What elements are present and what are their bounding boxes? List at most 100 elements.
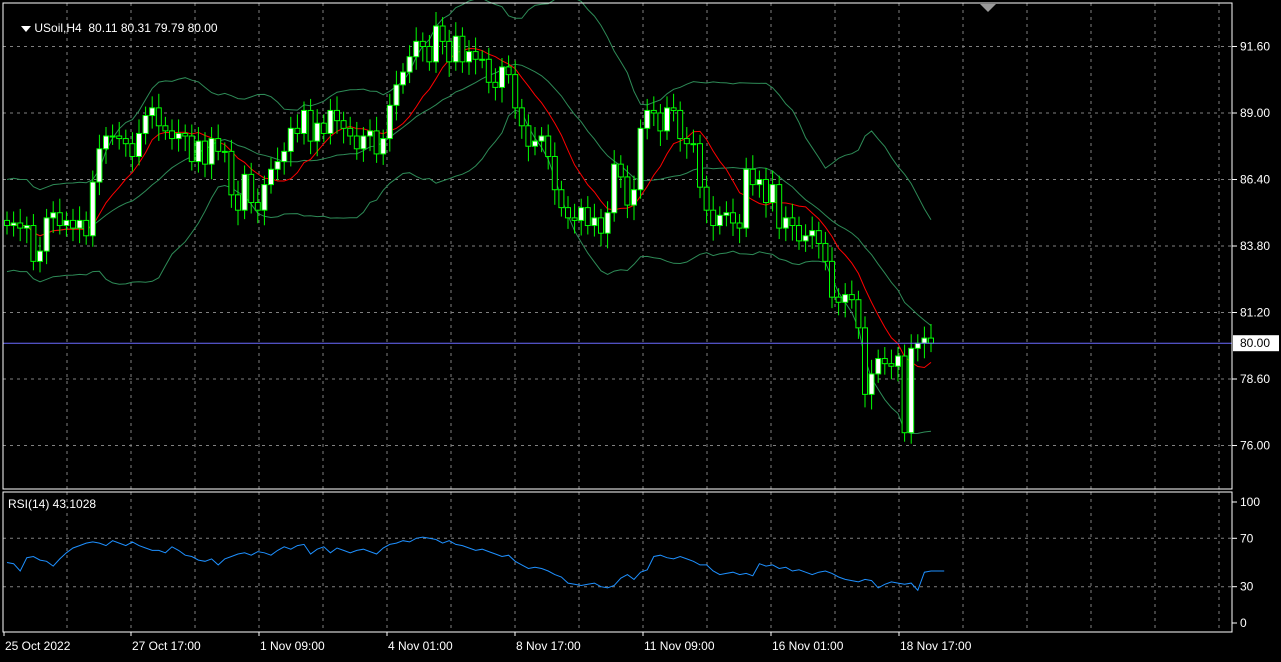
rsi-label: RSI(14) 43.1028 — [8, 497, 97, 511]
candle-body — [70, 219, 76, 229]
candle-body — [83, 219, 90, 237]
price-chart[interactable]: 91.60 89.00 86.40 83.80 81.20 78.60 76.00 80.00… — [0, 0, 1281, 657]
candle-body — [235, 194, 241, 211]
candle-body — [175, 132, 182, 140]
candle-body — [195, 140, 202, 163]
candle — [492, 68, 499, 101]
candle-body — [188, 135, 195, 163]
candle — [413, 27, 420, 70]
candle-body — [789, 217, 796, 227]
price-tick-label: 86.40 — [1240, 172, 1270, 186]
symbol-header[interactable]: USoil,H4 80.11 80.31 79.79 80.00 — [8, 7, 218, 49]
candle — [241, 165, 248, 220]
chart-window[interactable]: 91.60 89.00 86.40 83.80 81.20 78.60 76.00 80.00… — [0, 0, 1281, 657]
candle — [914, 334, 921, 362]
rsi-level-label: 70 — [1240, 531, 1254, 545]
current-price-label: 80.00 — [1240, 336, 1270, 350]
candle-body — [664, 107, 670, 132]
time-label: 25 Oct 2022 — [5, 639, 71, 653]
candle-body — [373, 130, 380, 155]
time-label: 8 Nov 17:00 — [516, 639, 581, 653]
candle — [829, 247, 835, 309]
candle — [373, 116, 380, 163]
price-tick-label: 83.80 — [1240, 239, 1270, 253]
candle-body — [657, 112, 664, 132]
candle — [848, 280, 855, 309]
candle-body — [294, 127, 301, 134]
candle — [657, 104, 664, 146]
candle — [122, 129, 129, 157]
candle-body — [103, 135, 109, 150]
candle-body — [796, 225, 802, 242]
candle — [215, 124, 222, 161]
candle — [426, 34, 433, 71]
candle-body — [565, 207, 571, 219]
rsi-level-label: 0 — [1240, 616, 1247, 630]
candle-body — [545, 135, 552, 157]
candle — [472, 37, 479, 75]
candle-body — [472, 51, 479, 60]
candle-body — [360, 135, 367, 150]
rsi-line — [6, 536, 945, 592]
candle — [116, 121, 123, 150]
candle-body — [492, 81, 499, 88]
candle-body — [736, 222, 743, 229]
chart-shift-marker-icon[interactable] — [980, 4, 996, 12]
candle — [518, 98, 525, 139]
dropdown-arrow-icon[interactable] — [21, 25, 32, 32]
candle — [565, 196, 571, 229]
time-label: 4 Nov 01:00 — [388, 639, 453, 653]
time-label: 18 Nov 17:00 — [900, 639, 972, 653]
candle — [743, 157, 750, 238]
candle-body — [248, 173, 255, 204]
candle — [901, 344, 908, 442]
candle — [677, 101, 684, 152]
candle-body — [89, 181, 96, 237]
candle-body — [367, 130, 373, 137]
candle — [103, 127, 109, 164]
symbol-label: USoil,H4 — [34, 21, 82, 35]
candle-body — [50, 212, 57, 219]
candle-body — [862, 327, 868, 395]
candle — [611, 150, 618, 222]
candle — [908, 334, 915, 444]
candle-body — [136, 132, 142, 157]
candle-body — [287, 127, 294, 152]
candle — [802, 224, 809, 252]
candle-body — [624, 176, 631, 206]
candle — [136, 119, 142, 166]
candle-body — [122, 138, 129, 145]
candle — [195, 127, 202, 173]
candle — [782, 206, 789, 242]
candle-body — [617, 163, 624, 178]
candle-body — [637, 127, 644, 191]
candle — [789, 203, 796, 241]
candle — [921, 326, 928, 359]
candle — [749, 155, 756, 196]
candle-body — [340, 120, 347, 129]
candle-body — [129, 143, 136, 157]
candle — [287, 116, 294, 167]
candle — [301, 101, 307, 145]
candle-body — [598, 217, 604, 234]
candle — [538, 127, 545, 153]
candle — [716, 206, 723, 235]
candle — [380, 129, 387, 165]
candle-body — [604, 212, 611, 234]
candle-body — [96, 148, 103, 183]
candle-body — [538, 135, 545, 142]
candle-body — [208, 138, 215, 165]
price-tick-label: 76.00 — [1240, 439, 1270, 453]
candle-body — [56, 212, 63, 227]
rsi-level-label: 100 — [1240, 495, 1260, 509]
candle-body — [433, 25, 439, 63]
candle — [928, 324, 934, 353]
current-price-tag: 80.00 — [1233, 335, 1279, 352]
candle — [532, 127, 538, 156]
candle-body — [782, 217, 789, 229]
rsi-level-label: 30 — [1240, 580, 1254, 594]
candle — [637, 119, 644, 199]
candle — [56, 198, 63, 235]
candle-body — [895, 355, 901, 367]
candle-body — [677, 109, 684, 140]
